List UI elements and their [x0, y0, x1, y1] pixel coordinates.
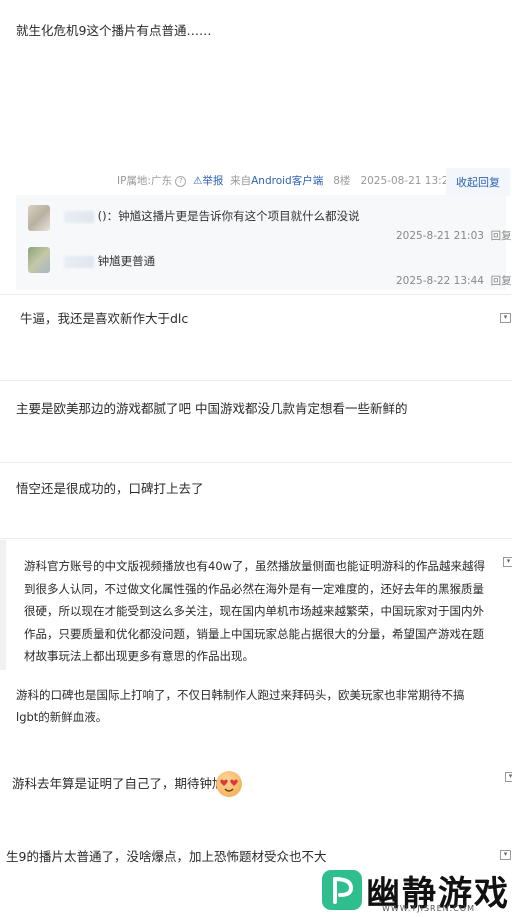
divider — [0, 462, 512, 463]
post-content: 游科去年算是证明了自己了，期待钟馗 — [12, 776, 225, 791]
post-line: 材故事玩法上都出现更多有意思的作品出现。 — [24, 649, 254, 663]
post-time: 2025-08-21 13:27 — [360, 175, 456, 187]
post-line: lgbt的新鲜血液。 — [16, 710, 108, 724]
floor-number: 8楼 — [333, 175, 351, 187]
post-content: 就生化危机9这个播片有点普通…… — [16, 23, 212, 38]
sub-reply-meta: 2025-8-22 13:44 回复 — [396, 273, 512, 288]
avatar[interactable] — [28, 247, 50, 273]
question-circle-icon[interactable]: ? — [175, 175, 187, 187]
sub-reply-text: 钟馗更普通 — [97, 254, 156, 268]
reply-button[interactable]: 回复 — [491, 230, 512, 242]
username-blurred[interactable] — [64, 210, 94, 223]
post-line: 游科的口碑也是国际上打响了，不仅日韩制作人跑过来拜码头，欧美玩家也非常期待不搞 — [16, 688, 465, 702]
sub-reply-text: ()：钟馗这播片更是告诉你有这个项目就什么都没说 — [97, 209, 360, 223]
post-content: 生9的播片太普通了，没啥爆点，加上恐怖题材受众也不大 — [6, 849, 327, 864]
divider — [0, 380, 512, 381]
left-gutter — [0, 540, 6, 670]
heart-eyes-emoji-icon — [216, 771, 242, 797]
sub-reply-item: 钟馗更普通 — [64, 253, 155, 269]
reply-button[interactable]: 回复 — [491, 275, 512, 287]
source-prefix: 来自 — [230, 175, 252, 187]
post-content: 游科官方账号的中文版视频播放也有40w了，虽然播放量侧面也能证明游科的作品越来越… — [24, 555, 485, 668]
post-content: 悟空还是很成功的，口碑打上去了 — [16, 481, 204, 496]
divider — [0, 294, 512, 295]
logo-url: WWW.YJISREN.COM — [382, 904, 475, 913]
post-line: 到很多人认同，不过做文化属性强的作品必然在海外是有一定难度的，还好去年的黑猴质量 — [24, 581, 484, 596]
android-client-link[interactable]: Android客户端 — [251, 175, 323, 187]
ip-location: IP属地:广东 — [117, 175, 172, 187]
post-line: 作品，只要质量和优化都没问题，销量上中国玩家总能占据很大的分量，希望国产游戏在题 — [24, 626, 484, 641]
logo-icon — [322, 870, 362, 910]
post-content: 游科的口碑也是国际上打响了，不仅日韩制作人跑过来拜码头，欧美玩家也非常期待不搞 … — [16, 684, 465, 728]
post-meta-row: IP属地:广东 ? ⚠举报 来自Android客户端 8楼 2025-08-21… — [117, 173, 455, 188]
dropdown-icon[interactable]: ▾ — [500, 313, 511, 323]
post-line: 很硬，所以现在才能受到这么多关注，现在国内单机市场越来越繁荣，中国玩家对于国内外 — [24, 604, 484, 618]
sub-reply-time: 2025-8-21 21:03 — [396, 230, 484, 242]
report-link[interactable]: ⚠举报 — [193, 175, 223, 187]
dropdown-icon[interactable]: ▾ — [503, 557, 512, 567]
post-content: 牛逼，我还是喜欢新作大于dlc — [20, 311, 189, 326]
sub-reply-panel: ()：钟馗这播片更是告诉你有这个项目就什么都没说 2025-8-21 21:03… — [16, 195, 512, 290]
post-content: 主要是欧美那边的游戏都腻了吧 中国游戏都没几款肯定想看一些新鲜的 — [16, 401, 408, 416]
sub-reply-meta: 2025-8-21 21:03 回复 — [396, 228, 512, 243]
dropdown-icon[interactable]: ▾ — [505, 772, 512, 782]
username-blurred[interactable] — [64, 255, 94, 268]
divider — [0, 538, 512, 539]
sub-reply-item: ()：钟馗这播片更是告诉你有这个项目就什么都没说 — [64, 208, 360, 224]
sub-reply-time: 2025-8-22 13:44 — [396, 275, 484, 287]
post-line: 游科官方账号的中文版视频播放也有40w了，虽然播放量侧面也能证明游科的作品越来越… — [24, 559, 486, 573]
fold-replies-button[interactable]: 收起回复 — [446, 168, 510, 196]
dropdown-icon[interactable]: ▾ — [500, 850, 511, 860]
avatar[interactable] — [28, 205, 50, 231]
